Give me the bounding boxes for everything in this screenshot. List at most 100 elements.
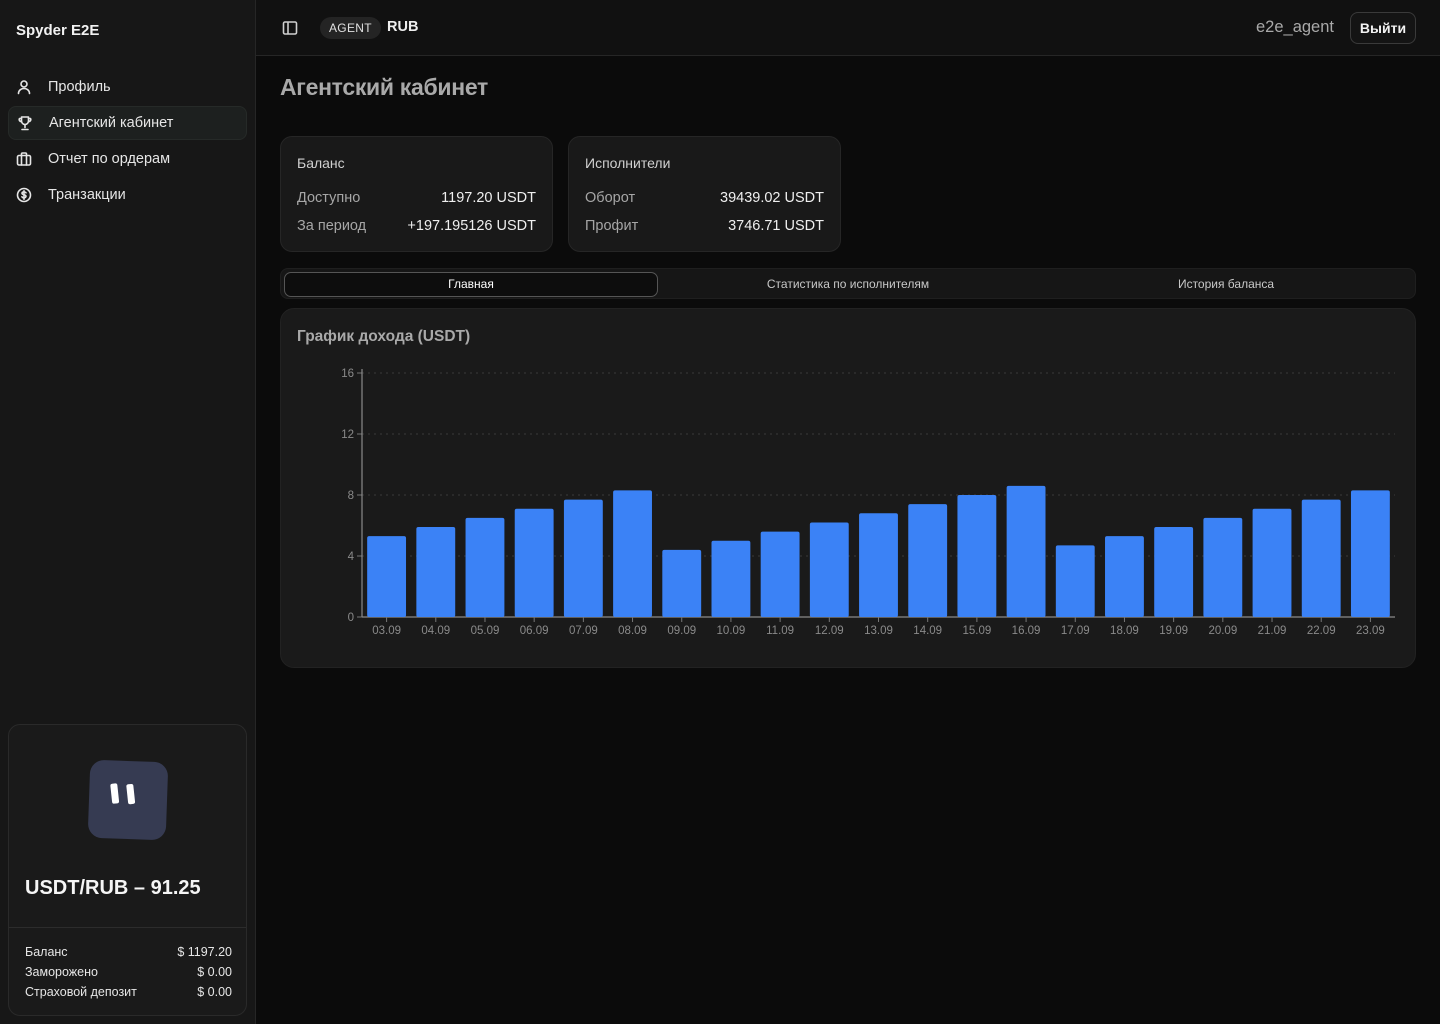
- summary-value: $ 0.00: [197, 965, 232, 979]
- tab-main[interactable]: Главная: [284, 272, 658, 297]
- x-tick-label: 23.09: [1356, 625, 1385, 637]
- chart-bar: [1006, 485, 1046, 617]
- x-tick-label: 15.09: [962, 625, 991, 637]
- x-tick-label: 11.09: [766, 625, 794, 637]
- user-icon: [16, 79, 32, 95]
- summary-value: $ 1197.20: [177, 945, 232, 959]
- chart-bar: [1301, 499, 1341, 617]
- chart-bar: [957, 495, 997, 617]
- stat-row-turnover: Оборот 39439.02 USDT: [585, 190, 824, 206]
- summary-label: Заморожено: [25, 965, 98, 979]
- summary-value: $ 0.00: [197, 985, 232, 999]
- page-title: Агентский кабинет: [280, 74, 488, 100]
- stat-label: Доступно: [297, 190, 361, 206]
- panel-left-icon: [282, 21, 298, 35]
- tab-bar: Главная Статистика по исполнителям Истор…: [280, 268, 1416, 299]
- summary-row-balance: Баланс $ 1197.20: [25, 943, 232, 963]
- chart-bar: [711, 540, 751, 617]
- chart-bar: [1203, 517, 1243, 617]
- trophy-icon: [17, 115, 33, 131]
- tab-balance-history[interactable]: История баланса: [1039, 272, 1413, 297]
- dollar-circle-icon: [16, 187, 32, 203]
- summary-row-insurance: Страховой депозит $ 0.00: [25, 983, 232, 1003]
- y-tick-label: 8: [348, 490, 354, 502]
- x-tick-label: 07.09: [569, 625, 598, 637]
- balance-card: Баланс Доступно 1197.20 USDT За период +…: [280, 136, 553, 252]
- sidebar: Spyder E2E Профиль Агентский кабинет Отч…: [0, 0, 256, 1024]
- chart-bar: [760, 531, 800, 617]
- y-tick-label: 12: [341, 429, 354, 441]
- x-tick-label: 03.09: [372, 625, 401, 637]
- x-tick-label: 13.09: [864, 625, 893, 637]
- x-tick-label: 14.09: [913, 625, 942, 637]
- sidebar-toggle-button[interactable]: [280, 18, 300, 38]
- tab-performer-stats[interactable]: Статистика по исполнителям: [661, 272, 1035, 297]
- sidebar-nav: Профиль Агентский кабинет Отчет по ордер…: [8, 70, 247, 214]
- rate-summary: Баланс $ 1197.20 Заморожено $ 0.00 Страх…: [25, 943, 232, 1003]
- income-chart-card: График дохода (USDT) 0 4 8 12 16 03.09 04.09 05…: [280, 308, 1416, 668]
- chart-bar: [1105, 536, 1144, 617]
- stat-row-period: За период +197.195126 USDT: [297, 218, 536, 234]
- app-name: Spyder E2E: [16, 22, 100, 39]
- chart-bar: [1154, 527, 1194, 617]
- rate-card: USDT/RUB – 91.25 Баланс $ 1197.20 Заморо…: [8, 724, 247, 1016]
- stat-label: Оборот: [585, 190, 636, 206]
- y-tick-label: 0: [348, 612, 354, 624]
- sidebar-item-profile[interactable]: Профиль: [8, 70, 247, 104]
- chart-bar: [859, 513, 898, 617]
- chart-bar: [514, 508, 554, 617]
- summary-label: Баланс: [25, 945, 68, 959]
- x-tick-label: 08.09: [618, 625, 647, 637]
- stat-row-profit: Профит 3746.71 USDT: [585, 218, 824, 234]
- chart-bar: [1055, 545, 1095, 617]
- x-tick-label: 10.09: [717, 625, 746, 637]
- stat-row-available: Доступно 1197.20 USDT: [297, 190, 536, 206]
- chart-bar: [465, 517, 505, 617]
- stat-value: 1197.20 USDT: [441, 190, 536, 206]
- stat-value: 39439.02 USDT: [720, 190, 824, 206]
- app-logo: [87, 759, 169, 841]
- chart-bar: [662, 549, 702, 617]
- card-title: Баланс: [297, 155, 345, 171]
- x-tick-label: 12.09: [815, 625, 844, 637]
- chart-bar: [809, 522, 849, 617]
- sidebar-item-orders-report[interactable]: Отчет по ордерам: [8, 142, 247, 176]
- role-badge: AGENT: [320, 17, 381, 39]
- x-tick-label: 09.09: [667, 625, 696, 637]
- x-tick-label: 22.09: [1307, 625, 1336, 637]
- sidebar-item-label: Агентский кабинет: [49, 115, 174, 131]
- sidebar-item-agent-cabinet[interactable]: Агентский кабинет: [8, 106, 247, 140]
- sidebar-item-label: Отчет по ордерам: [48, 151, 171, 167]
- sidebar-item-label: Профиль: [48, 79, 111, 95]
- top-header: AGENT RUB e2e_agent Выйти: [256, 0, 1440, 56]
- card-title: Исполнители: [585, 155, 671, 171]
- chart-bar: [613, 490, 652, 617]
- currency-label: RUB: [387, 19, 419, 35]
- x-tick-label: 04.09: [421, 625, 450, 637]
- y-tick-label: 4: [348, 551, 355, 563]
- x-tick-label: 19.09: [1159, 625, 1188, 637]
- chart-bar: [1252, 508, 1292, 617]
- chart-bar: [416, 527, 456, 617]
- stat-value: 3746.71 USDT: [728, 218, 824, 234]
- x-tick-label: 18.09: [1110, 625, 1139, 637]
- chart-bar: [908, 504, 948, 617]
- summary-label: Страховой депозит: [25, 985, 137, 999]
- x-tick-label: 06.09: [520, 625, 549, 637]
- logout-button[interactable]: Выйти: [1350, 12, 1416, 44]
- chart-bar: [563, 499, 603, 617]
- divider: [9, 927, 246, 928]
- sidebar-item-label: Транзакции: [48, 187, 126, 203]
- exchange-rate: USDT/RUB – 91.25: [25, 877, 201, 899]
- summary-row-frozen: Заморожено $ 0.00: [25, 963, 232, 983]
- chart-bar: [1350, 490, 1390, 617]
- y-tick-label: 16: [341, 368, 354, 380]
- performers-card: Исполнители Оборот 39439.02 USDT Профит …: [568, 136, 841, 252]
- chart-bar: [367, 536, 407, 617]
- briefcase-icon: [16, 151, 32, 167]
- stat-value: +197.195126 USDT: [407, 218, 536, 234]
- username: e2e_agent: [1256, 18, 1334, 36]
- sidebar-item-transactions[interactable]: Транзакции: [8, 178, 247, 212]
- x-tick-label: 20.09: [1208, 625, 1237, 637]
- income-bar-chart: 0 4 8 12 16 03.09 04.09 05.09 06.09 07.09 08.09 09.…: [341, 368, 1395, 637]
